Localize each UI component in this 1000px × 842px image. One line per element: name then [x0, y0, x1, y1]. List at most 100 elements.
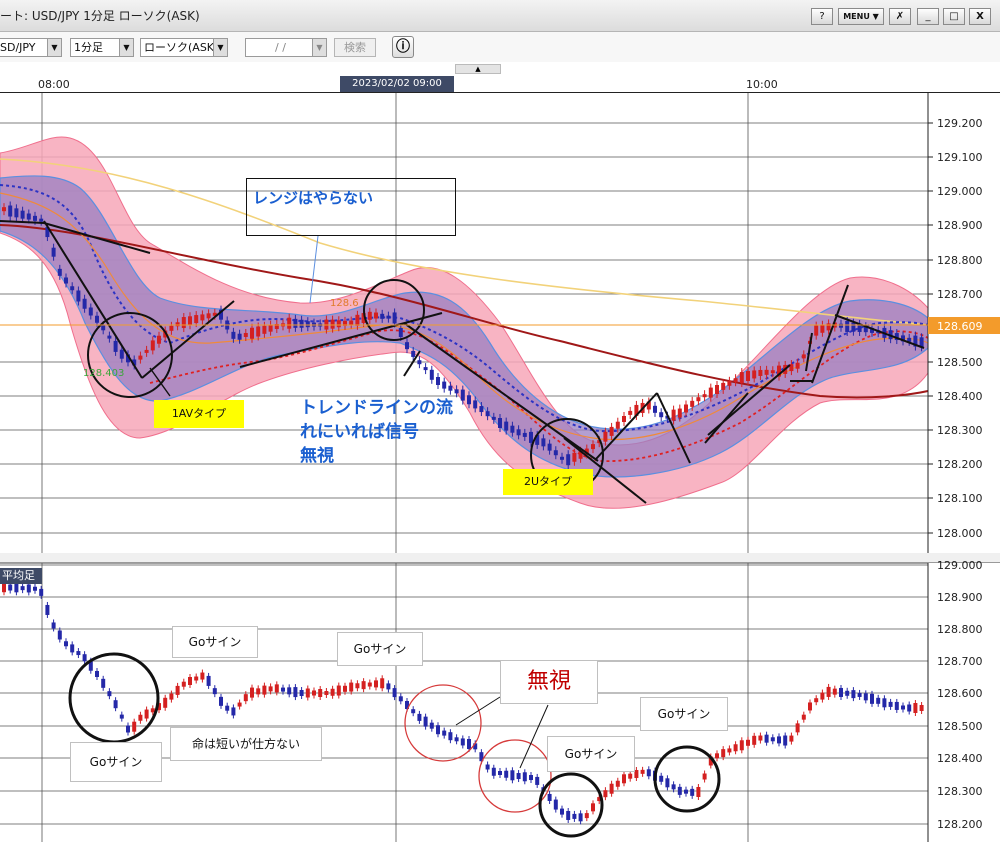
candle-body [423, 367, 428, 371]
candle-body [312, 690, 316, 696]
candle-body [820, 324, 825, 333]
candle-body [355, 314, 360, 326]
candle-body [386, 315, 391, 319]
candle-body [839, 323, 843, 328]
candle-body [473, 400, 478, 409]
candle-body [572, 813, 577, 819]
help-button[interactable]: ? [811, 8, 833, 25]
candle-body [262, 325, 267, 334]
candle-body [696, 787, 701, 797]
candle-body [467, 739, 471, 749]
candle-body [640, 769, 645, 774]
price-axis-label: 128.800 [937, 623, 983, 636]
candle-body [888, 701, 893, 707]
candle-body [392, 688, 397, 698]
candle-body [609, 783, 614, 794]
candle-body [95, 671, 99, 677]
candle-body [70, 644, 75, 653]
candle-body [764, 734, 769, 743]
candle-body [243, 332, 248, 337]
candle-body [529, 431, 533, 443]
tag-1av-type: 1AVタイプ [154, 400, 244, 428]
candle-body [380, 313, 385, 319]
candle-body [708, 387, 713, 398]
candle-body [405, 342, 409, 350]
candle-body [39, 588, 44, 596]
candle-body [336, 685, 341, 696]
candle-body [839, 687, 843, 697]
candle-body [572, 452, 577, 462]
candle-body [287, 317, 292, 329]
window-titlebar: ート: USD/JPY 1分足 ローソク(ASK) ? MENU ▼ ✗ _ □… [0, 0, 1000, 32]
candle-body [615, 421, 620, 429]
menu-button[interactable]: MENU ▼ [838, 8, 884, 25]
price-axis-label: 128.900 [937, 591, 983, 604]
main-candlestick-chart[interactable]: 129.200 129.100 129.000 128.900 128.800 128.7… [0, 93, 1000, 553]
candle-body [727, 748, 732, 753]
candle-body [677, 786, 682, 795]
candle-body [194, 676, 199, 681]
candle-body [622, 416, 626, 422]
candle-body [504, 770, 509, 778]
close-button[interactable]: X [969, 8, 991, 25]
minimize-button[interactable]: _ [917, 8, 939, 25]
price-axis-label: 128.300 [937, 785, 983, 798]
candle-body [826, 686, 831, 697]
candle-body [659, 775, 664, 782]
heikin-ashi-tag: 平均足 [0, 568, 42, 584]
time-label-0800: 08:00 [38, 78, 70, 91]
candle-body [721, 382, 726, 390]
collapse-handle[interactable]: ▲ [455, 64, 501, 74]
symbol-select[interactable]: SD/JPY ▼ [0, 38, 62, 57]
candle-body [305, 321, 310, 328]
candle-body [181, 681, 186, 687]
maximize-button[interactable]: □ [943, 8, 965, 25]
candle-body [739, 740, 744, 751]
candle-body [547, 443, 552, 451]
candle-body [26, 213, 31, 220]
candle-body [243, 694, 248, 702]
chart-type-select[interactable]: ローソク(ASK) ▼ [140, 38, 228, 57]
chevron-down-icon: ▼ [47, 39, 61, 56]
candle-body [758, 735, 763, 741]
candle-body [832, 688, 837, 695]
timeframe-select[interactable]: 1分足 ▼ [70, 38, 134, 57]
candle-body [777, 736, 781, 744]
candle-body [417, 360, 422, 365]
candle-body [504, 421, 509, 431]
candle-body [808, 702, 812, 711]
candle-body [126, 725, 130, 733]
candle-body [851, 322, 856, 332]
candle-body [739, 372, 744, 384]
pin-button[interactable]: ✗ [889, 8, 911, 25]
candle-body [516, 429, 521, 436]
candle-body [70, 286, 75, 291]
candle-body [150, 340, 155, 351]
price-axis-label: 128.600 [937, 687, 983, 700]
info-icon[interactable]: ⓘ [392, 36, 414, 58]
candle-body [392, 312, 397, 324]
candle-body [510, 425, 515, 433]
price-axis-background [928, 563, 1000, 842]
candle-body [144, 349, 149, 353]
candle-body [281, 687, 285, 692]
date-input[interactable]: / / ▼ [245, 38, 327, 57]
candle-body [113, 700, 118, 709]
candle-body [696, 397, 701, 402]
candle-body [634, 770, 639, 779]
candle-body [225, 705, 230, 711]
candle-body [615, 780, 620, 787]
candle-body [851, 690, 856, 699]
callout-line [309, 235, 319, 304]
chart-type-value: ローソク(ASK) [144, 41, 219, 54]
candle-body [119, 714, 124, 719]
candle-body [101, 325, 106, 331]
candle-body [882, 698, 887, 708]
candle-body [746, 371, 750, 381]
candle-body [107, 335, 112, 339]
candle-body [64, 641, 68, 647]
candle-body [386, 683, 391, 690]
go-sign-note: Goサイン [640, 697, 728, 731]
search-button[interactable]: 検索 [334, 38, 376, 57]
candle-body [200, 314, 205, 321]
